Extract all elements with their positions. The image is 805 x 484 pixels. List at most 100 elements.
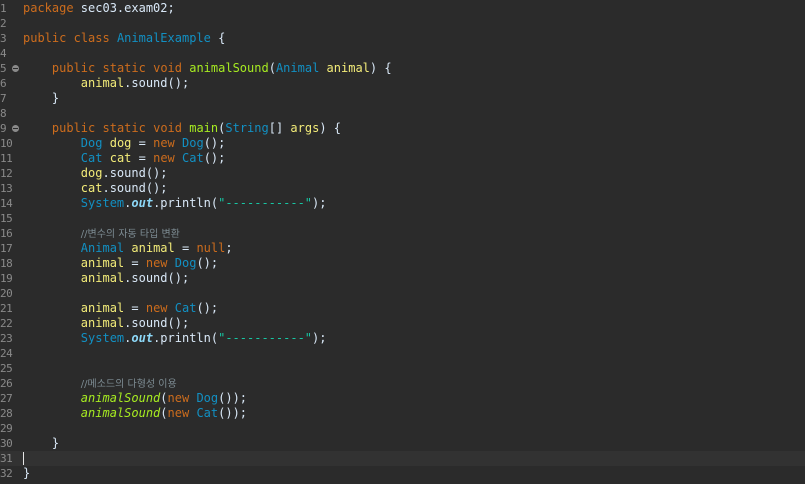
code-token: =: [124, 256, 146, 270]
fold-collapse-icon[interactable]: [12, 125, 19, 132]
code-row[interactable]: 2: [0, 16, 805, 31]
line-number: 20: [0, 287, 13, 300]
code-line-text[interactable]: }: [23, 466, 30, 481]
code-token: //메소드의 다형성 이용: [80, 379, 177, 390]
code-line-text[interactable]: System.out.println("-----------");: [23, 196, 327, 211]
code-row[interactable]: 10 Dog dog = new Dog();: [0, 136, 805, 151]
code-line-text[interactable]: public class AnimalExample {: [23, 31, 225, 46]
code-line-text[interactable]: animal = new Dog();: [23, 256, 218, 271]
code-row[interactable]: 18 animal = new Dog();: [0, 256, 805, 271]
code-line-text[interactable]: System.out.println("-----------");: [23, 331, 327, 346]
code-token: animal: [131, 241, 175, 255]
code-row[interactable]: 16 //변수의 자동 타입 변환: [0, 226, 805, 241]
code-row[interactable]: 17 Animal animal = null;: [0, 241, 805, 256]
code-row[interactable]: 6 animal.sound();: [0, 76, 805, 91]
code-token: =: [131, 136, 154, 150]
code-area[interactable]: 1 package sec03.exam02; 2 3 public class Ani…: [0, 1, 805, 481]
code-line-text[interactable]: animal.sound();: [23, 316, 189, 331]
code-line-text[interactable]: public static void animalSound(Animal an…: [23, 61, 392, 76]
code-row[interactable]: 22 animal.sound();: [0, 316, 805, 331]
code-line-text[interactable]: //메소드의 다형성 이용: [23, 376, 177, 392]
code-line-text[interactable]: package sec03.exam02;: [23, 1, 175, 16]
code-line-text[interactable]: Dog dog = new Dog();: [23, 136, 226, 151]
code-token: String: [225, 121, 269, 135]
code-line-text[interactable]: animal.sound();: [23, 76, 189, 91]
code-token: Cat: [196, 406, 219, 420]
code-row[interactable]: 8: [0, 106, 805, 121]
code-line-text[interactable]: }: [23, 436, 59, 451]
line-number: 27: [0, 392, 13, 405]
code-token: ();: [203, 151, 226, 165]
code-token: AnimalExample: [116, 31, 211, 45]
code-token: public: [51, 121, 96, 135]
code-token: package: [23, 1, 74, 15]
line-number: 13: [0, 182, 13, 195]
code-token: //변수의 자동 타입 변환: [80, 229, 180, 240]
code-row[interactable]: 20: [0, 286, 805, 301]
code-row[interactable]: 25: [0, 361, 805, 376]
code-line-text[interactable]: cat.sound();: [23, 181, 168, 196]
code-row[interactable]: 32}: [0, 466, 805, 481]
code-row[interactable]: 14 System.out.println("-----------");: [0, 196, 805, 211]
code-line-text[interactable]: animal.sound();: [23, 271, 189, 286]
code-line-text[interactable]: animalSound(new Dog());: [23, 391, 247, 406]
line-number: 25: [0, 362, 13, 375]
code-row[interactable]: 1 package sec03.exam02;: [0, 1, 805, 16]
code-token: (: [160, 406, 168, 420]
code-token: new: [153, 136, 175, 150]
code-token: );: [312, 331, 327, 345]
code-row[interactable]: 30 }: [0, 436, 805, 451]
code-line-text[interactable]: animalSound(new Cat());: [23, 406, 247, 421]
code-row[interactable]: 5 public static void animalSound(Animal …: [0, 61, 805, 76]
code-row[interactable]: 29: [0, 421, 805, 436]
code-line-text[interactable]: Animal animal = null;: [23, 241, 233, 256]
code-token: animal: [326, 61, 370, 75]
code-line-text[interactable]: public static void main(String[] args) {: [23, 121, 341, 136]
code-line-text[interactable]: dog.sound();: [23, 166, 168, 181]
code-token: animalSound: [80, 406, 161, 420]
code-token: Animal: [80, 241, 125, 255]
line-number: 10: [0, 137, 13, 150]
code-row[interactable]: 12 dog.sound();: [0, 166, 805, 181]
code-token: new: [153, 151, 175, 165]
code-token: Cat: [80, 151, 103, 165]
code-row[interactable]: 24: [0, 346, 805, 361]
code-row[interactable]: 3 public class AnimalExample {: [0, 31, 805, 46]
code-row[interactable]: 9 public static void main(String[] args)…: [0, 121, 805, 136]
line-number: 6: [0, 77, 7, 90]
code-token: ) {: [319, 121, 342, 135]
code-token: animal: [80, 316, 125, 330]
code-row[interactable]: 15: [0, 211, 805, 226]
code-editor[interactable]: 1 package sec03.exam02; 2 3 public class Ani…: [0, 0, 805, 484]
code-line-text[interactable]: animal = new Cat();: [23, 301, 218, 316]
line-number: 18: [0, 257, 13, 270]
line-number: 32: [0, 467, 13, 480]
line-number: 11: [0, 152, 13, 165]
code-row[interactable]: 27 animalSound(new Dog());: [0, 391, 805, 406]
code-token: ());: [218, 406, 248, 420]
code-row[interactable]: 26 //메소드의 다형성 이용: [0, 376, 805, 391]
code-row[interactable]: 13 cat.sound();: [0, 181, 805, 196]
code-row[interactable]: 31: [0, 451, 805, 466]
code-line-text[interactable]: Cat cat = new Cat();: [23, 151, 226, 166]
line-number: 24: [0, 347, 13, 360]
code-row[interactable]: 28 animalSound(new Cat());: [0, 406, 805, 421]
code-row[interactable]: 19 animal.sound();: [0, 271, 805, 286]
code-row[interactable]: 23 System.out.println("-----------");: [0, 331, 805, 346]
code-line-text[interactable]: //변수의 자동 타입 변환: [23, 226, 180, 242]
code-token: animal: [80, 271, 125, 285]
code-line-text[interactable]: }: [23, 91, 59, 106]
code-row[interactable]: 4: [0, 46, 805, 61]
code-row[interactable]: 7 }: [0, 91, 805, 106]
code-row[interactable]: 11 Cat cat = new Cat();: [0, 151, 805, 166]
fold-collapse-icon[interactable]: [12, 65, 19, 72]
code-row[interactable]: 21 animal = new Cat();: [0, 301, 805, 316]
